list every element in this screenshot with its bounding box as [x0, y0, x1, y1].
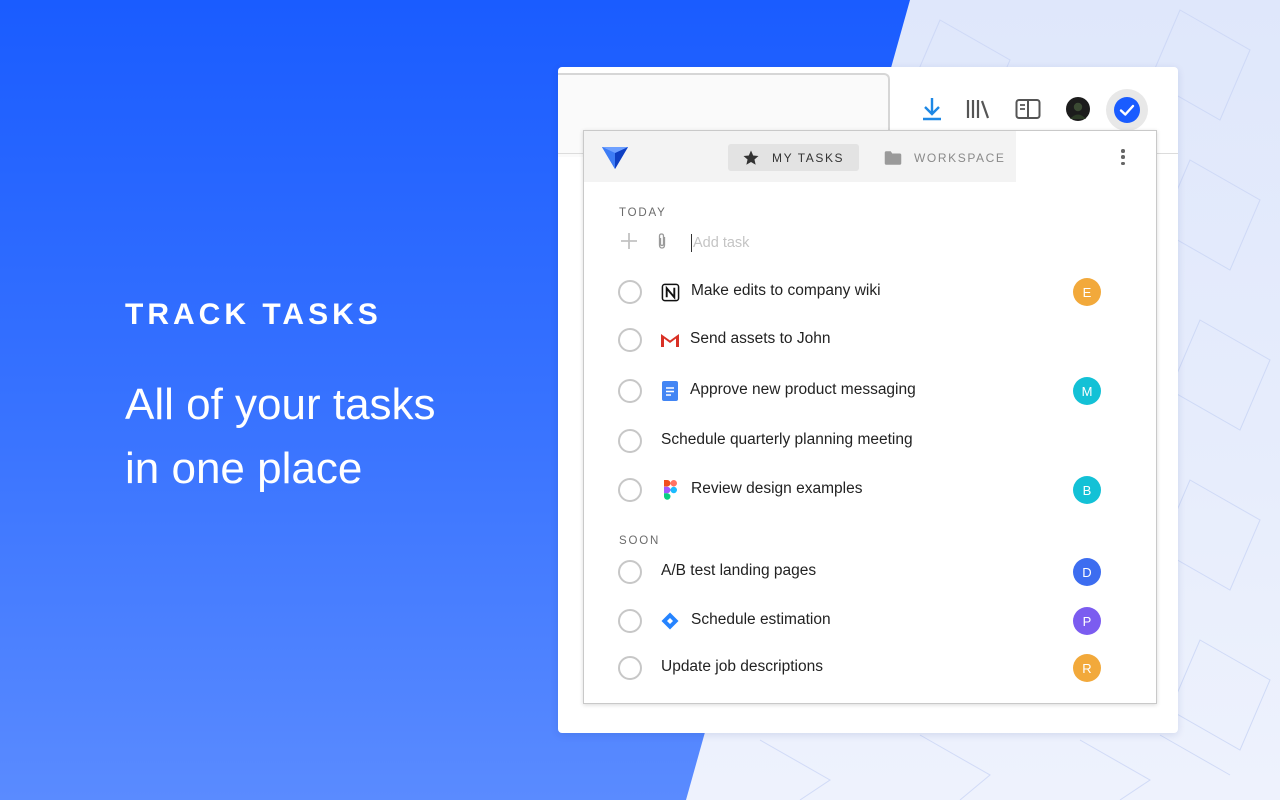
task-title: Send assets to John [690, 330, 831, 347]
popup-header: MY TASKS WORKSPACE [584, 131, 1156, 182]
jira-icon [660, 611, 680, 631]
folder-icon [884, 150, 902, 165]
task-checkbox[interactable] [618, 609, 642, 633]
task-row[interactable]: Schedule estimation P [618, 607, 1108, 635]
hero-label: TRACK TASKS [125, 298, 382, 331]
library-icon[interactable] [964, 95, 992, 123]
task-title: Update job descriptions [661, 658, 823, 675]
task-row[interactable]: Send assets to John [618, 326, 1108, 354]
gmail-icon [660, 330, 680, 350]
task-row[interactable]: Make edits to company wiki E [618, 278, 1108, 306]
task-checkbox[interactable] [618, 379, 642, 403]
tab-workspace-label: WORKSPACE [914, 150, 1006, 165]
task-row[interactable]: Approve new product messaging M [618, 377, 1108, 405]
add-task-row [620, 232, 668, 250]
task-title: Make edits to company wiki [691, 282, 881, 299]
tab-my-tasks-label: MY TASKS [772, 150, 845, 165]
assignee-avatar[interactable]: P [1073, 607, 1101, 635]
task-row[interactable]: Update job descriptions R [618, 654, 1108, 682]
task-title: Approve new product messaging [690, 381, 916, 398]
task-checkbox[interactable] [618, 656, 642, 680]
task-title: Schedule estimation [691, 611, 831, 628]
google-docs-icon [660, 381, 680, 401]
task-title: Schedule quarterly planning meeting [661, 431, 913, 448]
reader-view-icon[interactable] [1014, 95, 1042, 123]
task-checkbox[interactable] [618, 429, 642, 453]
assignee-avatar[interactable]: E [1073, 278, 1101, 306]
tasks-extension-icon[interactable] [1106, 89, 1148, 131]
assignee-avatar[interactable]: R [1073, 654, 1101, 682]
task-checkbox[interactable] [618, 560, 642, 584]
plus-icon[interactable] [620, 232, 638, 250]
task-checkbox[interactable] [618, 280, 642, 304]
task-title: A/B test landing pages [661, 562, 817, 579]
profile-avatar[interactable] [1064, 95, 1092, 123]
task-checkbox[interactable] [618, 328, 642, 352]
tab-my-tasks[interactable]: MY TASKS [728, 144, 859, 171]
tasks-popup: MY TASKS WORKSPACE TODAY Make edits to c… [583, 130, 1157, 704]
hero-headline-line1: All of your tasks [125, 380, 436, 429]
attachment-icon[interactable] [656, 232, 668, 250]
tab-workspace[interactable]: WORKSPACE [884, 144, 1006, 171]
more-options-icon[interactable] [1118, 147, 1128, 167]
assignee-avatar[interactable]: B [1073, 476, 1101, 504]
task-row[interactable]: Review design examples B [618, 476, 1108, 504]
notion-icon [660, 282, 680, 302]
task-row[interactable]: Schedule quarterly planning meeting [618, 427, 1108, 455]
app-logo-icon [601, 144, 629, 175]
section-soon: SOON [619, 535, 661, 547]
add-task-input[interactable] [691, 234, 991, 252]
assignee-avatar[interactable]: D [1073, 558, 1101, 586]
star-icon [743, 150, 759, 165]
download-icon[interactable] [918, 95, 946, 123]
figma-icon [660, 480, 680, 500]
task-title: Review design examples [691, 480, 863, 497]
section-today: TODAY [619, 207, 667, 219]
hero-headline-line2: in one place [125, 444, 363, 493]
task-row[interactable]: A/B test landing pages D [618, 558, 1108, 586]
task-checkbox[interactable] [618, 478, 642, 502]
assignee-avatar[interactable]: M [1073, 377, 1101, 405]
